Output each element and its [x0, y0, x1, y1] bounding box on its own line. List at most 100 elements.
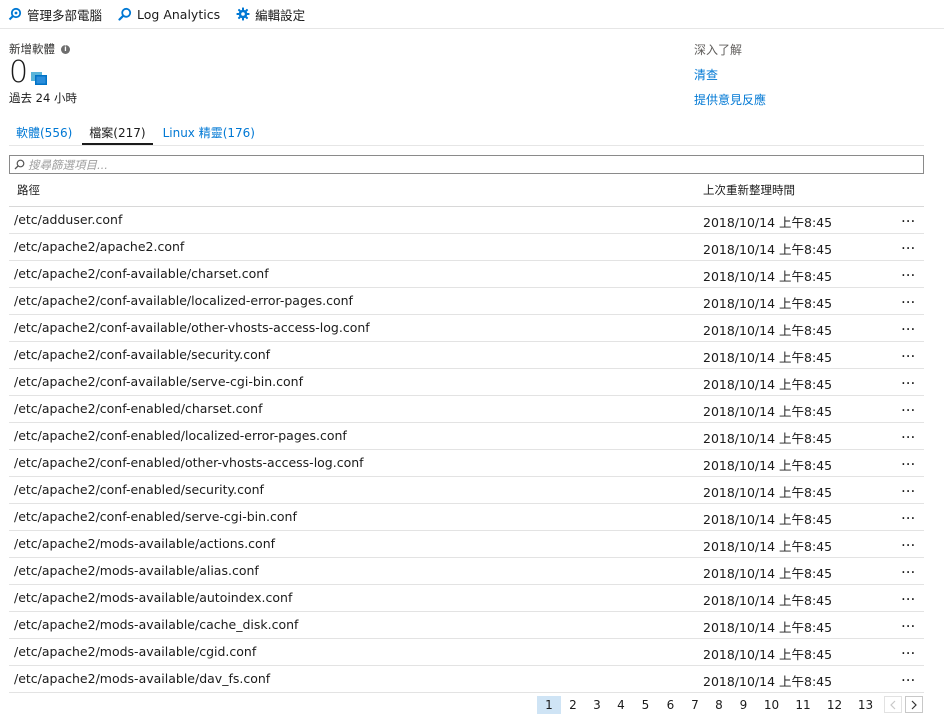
row-more-actions-button[interactable]: ... [901, 532, 915, 550]
table-row[interactable]: /etc/apache2/conf-available/security.con… [9, 342, 924, 369]
table-row[interactable]: /etc/apache2/conf-available/serve-cgi-bi… [9, 369, 924, 396]
row-path: /etc/adduser.conf [14, 212, 123, 227]
row-more-actions-button[interactable]: ... [901, 208, 915, 226]
page-button-12[interactable]: 12 [819, 696, 850, 714]
row-more-actions-button[interactable]: ... [901, 451, 915, 469]
row-last-refresh-time: 2018/10/14 上午8:45 [703, 485, 833, 500]
table-row[interactable]: /etc/apache2/mods-available/actions.conf… [9, 531, 924, 558]
table-row[interactable]: /etc/apache2/conf-enabled/security.conf 2… [9, 477, 924, 504]
table-row[interactable]: /etc/apache2/mods-available/autoindex.co… [9, 585, 924, 612]
page-button-1[interactable]: 1 [537, 695, 561, 714]
table-row[interactable]: /etc/apache2/conf-available/charset.conf… [9, 261, 924, 288]
inventory-link[interactable]: 清查 [694, 66, 766, 83]
row-path: /etc/apache2/conf-available/serve-cgi-bi… [14, 374, 303, 389]
chevron-left-icon [890, 700, 896, 709]
filter-search-box[interactable] [9, 155, 924, 174]
page-button-4[interactable]: 4 [609, 696, 633, 714]
manage-multiple-machines-button[interactable]: 管理多部電腦 [8, 5, 102, 24]
row-more-actions-button[interactable]: ... [901, 667, 915, 685]
page-button-10[interactable]: 10 [756, 696, 787, 714]
row-more-actions-button[interactable]: ... [901, 316, 915, 334]
column-header-last-refresh[interactable]: 上次重新整理時間 [703, 182, 795, 198]
row-more-actions-button[interactable]: ... [901, 397, 915, 415]
tab-software[interactable]: 軟體(556) [9, 124, 79, 145]
page-button-11[interactable]: 11 [787, 696, 819, 714]
edit-settings-button[interactable]: 編輯設定 [236, 5, 305, 24]
column-header-path[interactable]: 路徑 [17, 182, 40, 198]
learn-more-section: 深入了解 清查 提供意見反應 [694, 41, 766, 116]
page-button-13[interactable]: 13 [850, 696, 881, 714]
page-button-5[interactable]: 5 [633, 696, 658, 714]
row-path: /etc/apache2/conf-enabled/localized-erro… [14, 428, 347, 443]
search-input[interactable] [28, 157, 908, 172]
row-last-refresh-time: 2018/10/14 上午8:45 [703, 242, 833, 257]
row-last-refresh-time: 2018/10/14 上午8:45 [703, 620, 833, 635]
table-row[interactable]: /etc/apache2/conf-enabled/other-vhosts-a… [9, 450, 924, 477]
row-last-refresh-time: 2018/10/14 上午8:45 [703, 647, 833, 662]
row-path: /etc/apache2/mods-available/autoindex.co… [14, 590, 293, 605]
row-more-actions-button[interactable]: ... [901, 370, 915, 388]
row-path: /etc/apache2/apache2.conf [14, 239, 185, 254]
row-last-refresh-time: 2018/10/14 上午8:45 [703, 458, 833, 473]
table-row[interactable]: /etc/apache2/conf-available/other-vhosts… [9, 315, 924, 342]
table-row[interactable]: /etc/apache2/conf-available/localized-er… [9, 288, 924, 315]
row-more-actions-button[interactable]: ... [901, 478, 915, 496]
row-path: /etc/apache2/mods-available/cgid.conf [14, 644, 257, 659]
command-bar: 管理多部電腦 Log Analytics 編輯設定 [0, 0, 944, 29]
row-path: /etc/apache2/conf-available/charset.conf [14, 266, 269, 281]
log-analytics-label: Log Analytics [137, 6, 221, 22]
row-more-actions-button[interactable]: ... [901, 343, 915, 361]
page-button-2[interactable]: 2 [561, 696, 585, 714]
virtual-machine-icon [31, 72, 48, 85]
table-header: 路徑 上次重新整理時間 [9, 178, 924, 207]
row-more-actions-button[interactable]: ... [901, 262, 915, 280]
page-button-6[interactable]: 6 [658, 696, 683, 714]
edit-settings-label: 編輯設定 [255, 7, 306, 23]
row-more-actions-button[interactable]: ... [901, 235, 915, 253]
row-last-refresh-time: 2018/10/14 上午8:45 [703, 512, 833, 527]
pagination: 1 2 3 4 5 6 7 8 9 10 11 12 13 [537, 695, 923, 714]
row-last-refresh-time: 2018/10/14 上午8:45 [703, 431, 833, 446]
row-more-actions-button[interactable]: ... [901, 559, 915, 577]
row-path: /etc/apache2/conf-enabled/serve-cgi-bin.… [14, 509, 297, 524]
row-more-actions-button[interactable]: ... [901, 289, 915, 307]
row-more-actions-button[interactable]: ... [901, 505, 915, 523]
page-button-7[interactable]: 7 [683, 696, 707, 714]
log-analytics-button[interactable]: Log Analytics [118, 7, 220, 22]
feedback-link[interactable]: 提供意見反應 [694, 91, 766, 108]
table-row[interactable]: /etc/apache2/apache2.conf 2018/10/14 上午8:… [9, 234, 924, 261]
table-row[interactable]: /etc/apache2/mods-available/alias.conf 20… [9, 558, 924, 585]
table-row[interactable]: /etc/apache2/conf-enabled/charset.conf 20… [9, 396, 924, 423]
row-more-actions-button[interactable]: ... [901, 586, 915, 604]
table-row[interactable]: /etc/apache2/mods-available/cache_disk.c… [9, 612, 924, 639]
tab-linux-daemons[interactable]: Linux 精靈(176) [156, 124, 262, 145]
page-button-3[interactable]: 3 [585, 696, 609, 714]
row-path: /etc/apache2/mods-available/actions.conf [14, 536, 276, 551]
table-row[interactable]: /etc/apache2/conf-enabled/localized-erro… [9, 423, 924, 450]
row-path: /etc/apache2/mods-available/cache_disk.c… [14, 617, 299, 632]
page-button-9[interactable]: 9 [731, 696, 756, 714]
table-row[interactable]: /etc/apache2/mods-available/dav_fs.conf 2… [9, 666, 924, 693]
files-table-body: /etc/adduser.conf 2018/10/14 上午8:45.../et… [9, 207, 924, 693]
previous-page-button[interactable] [884, 696, 902, 713]
row-last-refresh-time: 2018/10/14 上午8:45 [703, 269, 833, 284]
tab-files[interactable]: 檔案(217) [82, 124, 153, 145]
row-more-actions-button[interactable]: ... [901, 640, 915, 658]
row-last-refresh-time: 2018/10/14 上午8:45 [703, 566, 833, 581]
page-button-8[interactable]: 8 [707, 696, 731, 714]
summary-count-row: 0 [9, 58, 77, 88]
info-icon[interactable]: i [61, 44, 70, 54]
row-more-actions-button[interactable]: ... [901, 613, 915, 631]
row-path: /etc/apache2/conf-available/localized-er… [14, 293, 353, 308]
table-row[interactable]: /etc/adduser.conf 2018/10/14 上午8:45... [9, 207, 924, 234]
next-page-button[interactable] [905, 696, 923, 713]
row-path: /etc/apache2/mods-available/alias.conf [14, 563, 259, 578]
table-row[interactable]: /etc/apache2/mods-available/cgid.conf 201… [9, 639, 924, 666]
chevron-right-icon [911, 700, 917, 709]
row-path: /etc/apache2/conf-enabled/security.conf [14, 482, 264, 497]
inventory-tabs: 軟體(556) 檔案(217) Linux 精靈(176) [9, 124, 924, 146]
row-path: /etc/apache2/conf-enabled/charset.conf [14, 401, 263, 416]
table-row[interactable]: /etc/apache2/conf-enabled/serve-cgi-bin.… [9, 504, 924, 531]
summary-period: 過去 24 小時 [9, 91, 77, 105]
row-more-actions-button[interactable]: ... [901, 424, 915, 442]
